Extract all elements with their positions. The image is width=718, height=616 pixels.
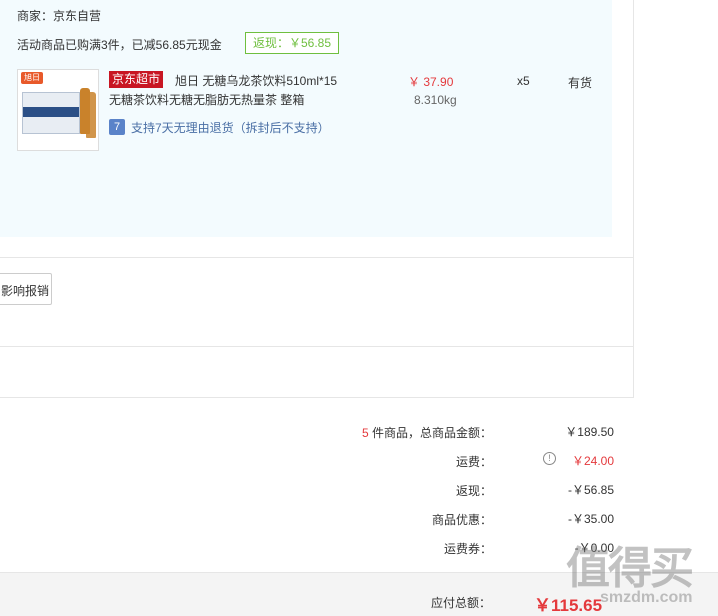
invoice-option-button[interactable]: 影响报销 [0, 273, 52, 305]
shipping-label: 运费： [455, 455, 492, 469]
goods-count: 5 [361, 426, 369, 440]
product-price: ￥ 37.90 [408, 75, 454, 89]
return-policy-icon: 7 [109, 119, 125, 135]
discount-value: -￥35.00 [567, 512, 614, 526]
product-thumbnail[interactable]: 旭日 [17, 69, 99, 151]
discount-label: 商品优惠： [431, 513, 492, 527]
coupon-label: 运费券： [443, 542, 492, 556]
goods-total-value: ￥189.50 [565, 425, 614, 439]
cashback-value: -￥56.85 [567, 483, 614, 497]
promo-text: 活动商品已购满3件，已减56.85元现金 [17, 38, 222, 52]
cashback-label: 返现： [455, 484, 492, 498]
product-title-line2[interactable]: 无糖茶饮料无糖无脂肪无热量茶 整箱 [109, 91, 304, 108]
goods-count-label: 件商品，总商品金额： [371, 426, 492, 440]
stock-status: 有货 [568, 76, 593, 90]
shipping-value: ￥24.00 [571, 454, 614, 468]
product-title-line1[interactable]: 旭日 无糖乌龙茶饮料510ml*15 [175, 72, 337, 89]
merchant-label: 商家：京东自营 [17, 9, 102, 23]
watermark-url: smzdm.com [600, 589, 693, 606]
return-policy-text: 支持7天无理由退货（拆封后不支持） [131, 121, 330, 135]
rebate-badge: 返现：￥56.85 [245, 32, 340, 54]
info-icon[interactable]: ! [543, 452, 556, 465]
total-label: 应付总额： [431, 596, 492, 610]
divider [0, 257, 633, 258]
watermark-logo: 值得买 [566, 544, 694, 593]
product-weight: 8.310kg [414, 93, 457, 107]
product-bottle-image [86, 92, 96, 138]
divider [0, 397, 634, 398]
goods-count-row: 5 件商品，总商品金额： [362, 424, 492, 441]
panel-border [633, 0, 634, 397]
store-badge: 京东超市 [109, 71, 164, 88]
invoice-option-label: 影响报销 [1, 284, 50, 298]
product-box-image [22, 92, 80, 134]
thumb-brand-tag: 旭日 [21, 72, 43, 84]
divider [0, 346, 633, 347]
product-quantity: x5 [517, 74, 530, 88]
